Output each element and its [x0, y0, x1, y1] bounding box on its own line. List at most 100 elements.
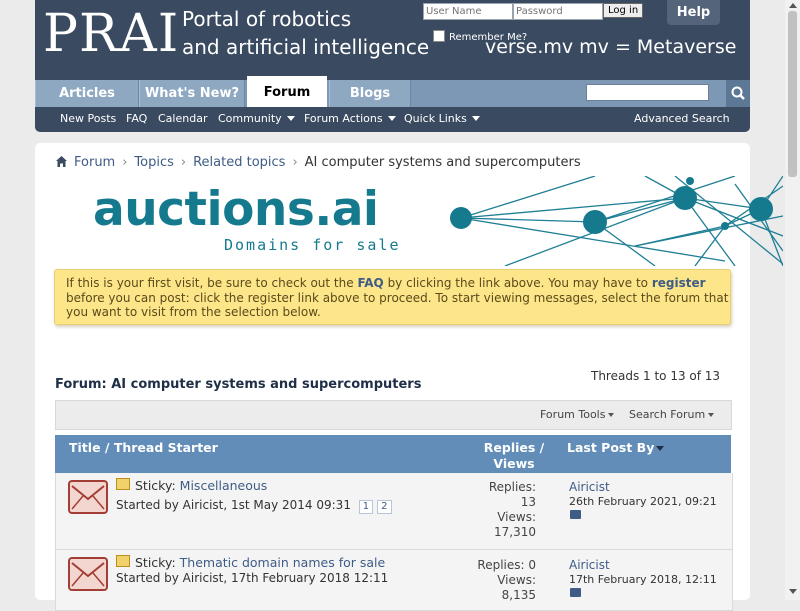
chevron-down-icon	[708, 413, 715, 417]
thread-status-icon	[68, 557, 108, 591]
help-button[interactable]: Help	[667, 0, 720, 25]
notice-text-1: If this is your first visit, be sure to …	[66, 276, 358, 290]
thread-table-header: Title / Thread Starter Replies / Views L…	[55, 435, 731, 473]
notice-text-2: by clicking the link above. You may have…	[383, 276, 652, 290]
tab-forum[interactable]: Forum	[247, 76, 327, 107]
faq-link[interactable]: FAQ	[357, 276, 383, 290]
search-forum-label: Search Forum	[629, 408, 706, 421]
thread-title-line: Sticky: Thematic domain names for sale	[116, 555, 385, 570]
sticky-prefix: Sticky:	[135, 555, 176, 570]
column-title[interactable]: Title / Thread Starter	[69, 440, 218, 455]
page-link-2[interactable]: 2	[377, 500, 392, 514]
page-scrollbar[interactable]	[785, 0, 800, 600]
breadcrumb-related-topics[interactable]: Related topics	[193, 155, 285, 170]
tab-whats-new[interactable]: What's New?	[139, 80, 245, 107]
envelope-icon	[71, 562, 105, 587]
home-icon[interactable]	[55, 155, 68, 168]
nav-search-input[interactable]	[586, 84, 709, 101]
last-post-date: 26th February 2021, 09:21	[569, 495, 717, 508]
go-to-last-post-icon[interactable]	[570, 510, 581, 519]
welcome-notice: If this is your first visit, be sure to …	[54, 269, 731, 325]
banner-subtitle: Domains for sale	[224, 236, 401, 254]
replies-label: Replies:	[488, 480, 536, 494]
search-icon	[731, 86, 745, 100]
column-last-post[interactable]: Last Post By	[567, 440, 665, 455]
thread-stats: Replies: 0 Views: 8,135	[464, 558, 536, 603]
replies-label: Replies: 0	[477, 558, 536, 572]
subnav-forum-actions[interactable]: Forum Actions	[304, 107, 396, 131]
thread-starter-text: Started by Airicist, 1st May 2014 09:31	[116, 498, 351, 512]
views-count: 17,310	[494, 525, 536, 539]
thread-row[interactable]: Sticky: Thematic domain names for sale S…	[55, 549, 733, 611]
advanced-search-link[interactable]: Advanced Search	[634, 107, 730, 131]
views-label: Views:	[497, 510, 536, 524]
replies-count: 13	[520, 495, 536, 509]
sort-descending-icon	[656, 446, 665, 451]
breadcrumb-topics[interactable]: Topics	[134, 155, 173, 170]
sticky-icon	[116, 555, 130, 567]
last-post-user[interactable]: Airicist	[569, 558, 610, 572]
metaverse-tagline: verse.mv mv = Metaverse	[485, 36, 737, 58]
subnav-forum-actions-label: Forum Actions	[304, 112, 383, 125]
subnav-quick-links-label: Quick Links	[404, 112, 467, 125]
notice-text: If this is your first visit, be sure to …	[66, 276, 730, 320]
tab-articles[interactable]: Articles	[35, 80, 139, 107]
breadcrumb-separator: ›	[292, 155, 298, 170]
last-post-user[interactable]: Airicist	[569, 480, 610, 494]
forum-title: Forum: AI computer systems and supercomp…	[55, 377, 422, 392]
username-input[interactable]	[423, 3, 513, 20]
thread-starter: Started by Airicist, 17th February 2018 …	[116, 571, 389, 585]
breadcrumb: Forum › Topics › Related topics › AI computer …	[55, 155, 581, 170]
thread-status-icon	[68, 480, 108, 514]
thread-title-link[interactable]: Thematic domain names for sale	[180, 555, 386, 570]
column-last-post-label: Last Post By	[567, 440, 655, 455]
main-navbar: Articles What's New? Forum Blogs	[35, 76, 750, 107]
register-link[interactable]: register	[652, 276, 706, 290]
thread-row[interactable]: Sticky: Miscellaneous Started by Airicis…	[55, 473, 733, 550]
subnav-community-label: Community	[218, 112, 282, 125]
thread-count: Threads 1 to 13 of 13	[591, 369, 721, 383]
subnav-faq[interactable]: FAQ	[126, 107, 147, 131]
tagline-line-1: Portal of robotics	[182, 7, 352, 31]
views-count: 8,135	[501, 588, 536, 602]
scroll-up-icon[interactable]	[789, 3, 797, 8]
subnav-calendar[interactable]: Calendar	[158, 107, 207, 131]
subnav-community[interactable]: Community	[218, 107, 295, 131]
banner-domain-name: auctions.ai	[93, 182, 379, 237]
breadcrumb-separator: ›	[180, 155, 187, 170]
site-tagline: Portal of robotics and artificial intell…	[182, 5, 429, 61]
go-to-last-post-icon[interactable]	[570, 588, 581, 597]
page-link-1[interactable]: 1	[358, 500, 374, 514]
site-header: PRAI Portal of robotics and artificial i…	[35, 0, 750, 80]
login-button[interactable]: Log in	[603, 3, 644, 18]
envelope-icon	[71, 485, 105, 510]
thread-stats: Replies: 13 Views: 17,310	[464, 480, 536, 540]
thread-title-line: Sticky: Miscellaneous	[116, 478, 267, 493]
banner-ad[interactable]: auctions.ai Domains for sale	[35, 176, 783, 266]
forum-tools-label: Forum Tools	[540, 408, 606, 421]
subnav-quick-links[interactable]: Quick Links	[404, 107, 480, 131]
chevron-down-icon	[286, 116, 295, 121]
views-label: Views:	[497, 573, 536, 587]
scroll-down-icon[interactable]	[789, 589, 797, 594]
column-replies[interactable]: Replies / Views	[481, 440, 547, 471]
breadcrumb-forum[interactable]: Forum	[74, 155, 115, 170]
tab-blogs[interactable]: Blogs	[329, 80, 411, 107]
chevron-down-icon	[608, 413, 615, 417]
nav-search-button[interactable]	[726, 80, 750, 107]
password-input[interactable]	[513, 3, 603, 20]
subnav-new-posts[interactable]: New Posts	[60, 107, 116, 131]
site-logo[interactable]: PRAI	[43, 4, 179, 64]
sticky-icon	[116, 478, 130, 490]
column-replies-label: Replies /	[483, 440, 545, 455]
thread-title-link[interactable]: Miscellaneous	[180, 478, 268, 493]
remember-me-checkbox[interactable]	[433, 30, 445, 42]
forum-tools-menu[interactable]: Forum Tools	[540, 401, 615, 428]
chevron-down-icon	[471, 116, 480, 121]
sticky-prefix: Sticky:	[135, 478, 176, 493]
thread-starter: Started by Airicist, 1st May 2014 09:31 …	[116, 498, 392, 514]
scroll-thumb[interactable]	[788, 11, 797, 177]
search-forum-menu[interactable]: Search Forum	[629, 401, 715, 428]
last-post-date: 17th February 2018, 12:11	[569, 573, 717, 586]
forum-toolbar: Forum Tools Search Forum	[55, 400, 732, 430]
